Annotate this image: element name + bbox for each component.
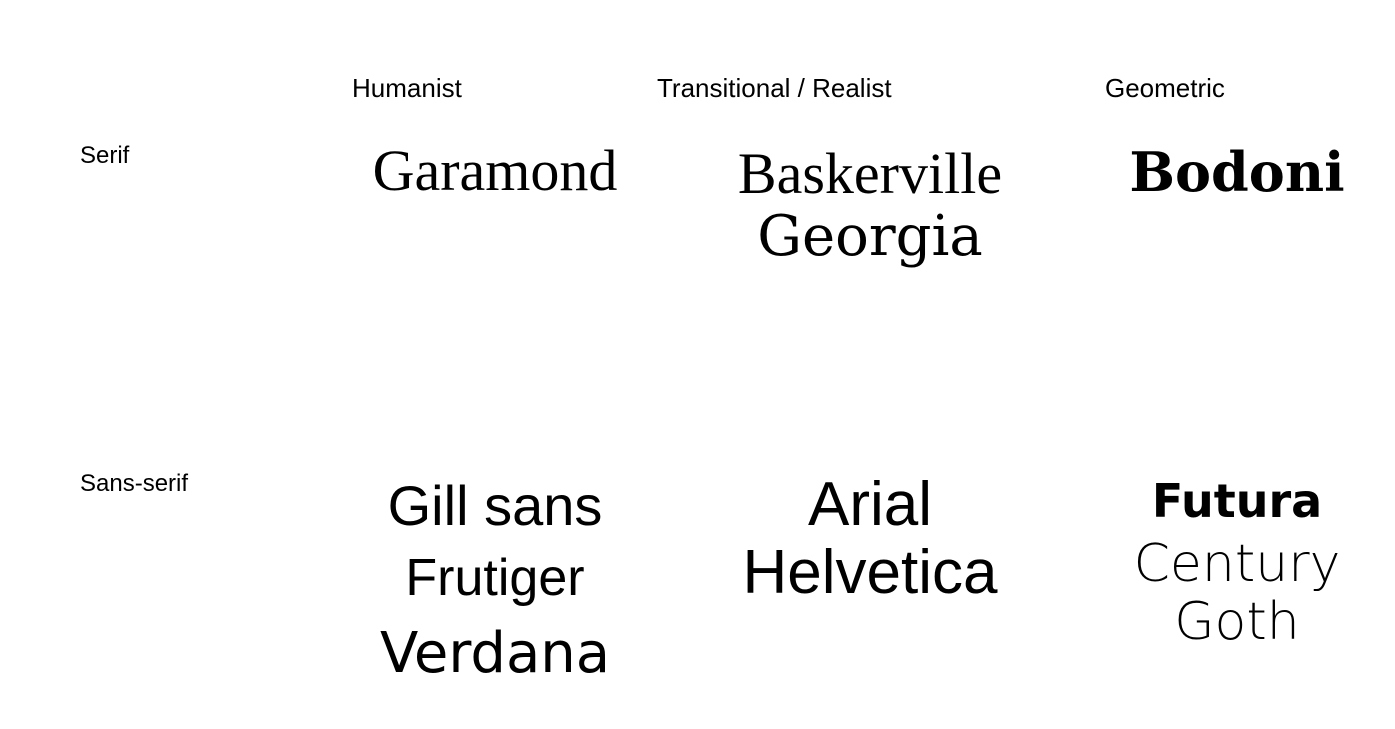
cell-sans-humanist: Gill sans Frutiger Verdana: [325, 478, 665, 682]
font-sample-goth: Goth: [1174, 592, 1300, 652]
row-header-serif: Serif: [80, 142, 130, 169]
font-sample-gill-sans: Gill sans: [387, 474, 603, 537]
font-sample-georgia: Georgia: [757, 204, 983, 269]
font-sample-baskerville: Baskerville: [737, 141, 1003, 206]
column-header-geometric: Geometric: [1105, 73, 1225, 103]
font-sample-frutiger: Frutiger: [405, 549, 585, 607]
column-header-humanist: Humanist: [352, 73, 462, 103]
font-sample-garamond: Garamond: [372, 138, 618, 203]
cell-serif-geometric: Bodoni: [1067, 145, 1395, 199]
font-sample-bodoni: Bodoni: [1129, 140, 1345, 204]
row-header-sans-serif: Sans-serif: [80, 470, 189, 497]
font-sample-arial: Arial: [807, 470, 933, 539]
cell-serif-humanist: Garamond: [325, 142, 665, 200]
font-sample-helvetica: Helvetica: [742, 538, 998, 607]
cell-sans-transitional: Arial Helvetica: [700, 474, 1040, 604]
font-sample-century: Century: [1133, 534, 1341, 594]
cell-serif-transitional: Baskerville Georgia: [700, 145, 1040, 265]
cell-sans-geometric: Futura Century Goth: [1067, 478, 1395, 648]
font-sample-verdana: Verdana: [379, 621, 611, 686]
column-header-transitional: Transitional / Realist: [657, 73, 892, 103]
font-sample-futura: Futura: [1151, 474, 1323, 528]
